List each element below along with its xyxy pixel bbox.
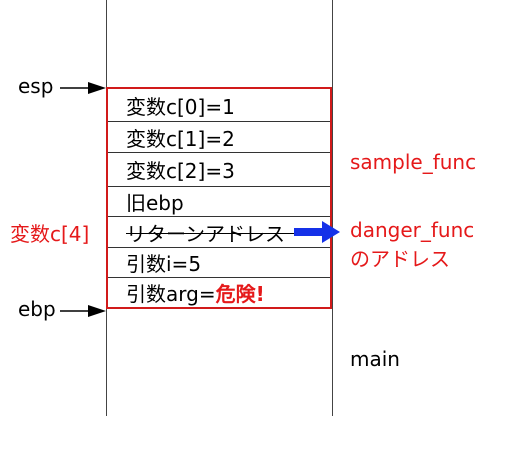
danger-func-label: danger_func xyxy=(350,218,475,242)
right-stack-line xyxy=(332,0,333,416)
stack-row-arg-i-text: 引数i=5 xyxy=(126,252,202,276)
overwrite-arrow xyxy=(294,221,340,243)
stack-row-c0: 変数c[0]=1 xyxy=(108,89,330,122)
main-label: main xyxy=(350,347,400,371)
stack-row-old-ebp: 旧ebp xyxy=(108,187,330,217)
stack-row-c1-text: 変数c[1]=2 xyxy=(126,126,235,151)
stack-row-c0-text: 変数c[0]=1 xyxy=(126,94,235,119)
stack-row-c1: 変数c[1]=2 xyxy=(108,122,330,153)
stack-row-c2-text: 変数c[2]=3 xyxy=(126,159,235,183)
stack-row-return-address-text: リターンアドレス xyxy=(126,221,285,246)
strikethrough-line xyxy=(126,233,294,234)
stack-row-arg-i: 引数i=5 xyxy=(108,248,330,278)
stack-row-arg: 引数arg= 危険! xyxy=(108,278,330,307)
ebp-label: ebp xyxy=(18,297,56,321)
stack-row-c2: 変数c[2]=3 xyxy=(108,153,330,187)
esp-arrow xyxy=(60,82,106,94)
stack-row-arg-text: 引数arg= xyxy=(126,282,216,306)
danger-func-address-label: のアドレス xyxy=(350,247,450,271)
overflow-variable-label: 変数c[4] xyxy=(10,222,90,246)
sample-func-label: sample_func xyxy=(350,150,477,174)
stack-frame: 変数c[0]=1 変数c[1]=2 変数c[2]=3 旧ebp リターンアドレス… xyxy=(106,87,332,309)
danger-text: 危険! xyxy=(215,282,265,306)
stack-row-old-ebp-text: 旧ebp xyxy=(126,191,184,215)
ebp-arrow xyxy=(60,305,106,317)
esp-label: esp xyxy=(18,74,54,98)
